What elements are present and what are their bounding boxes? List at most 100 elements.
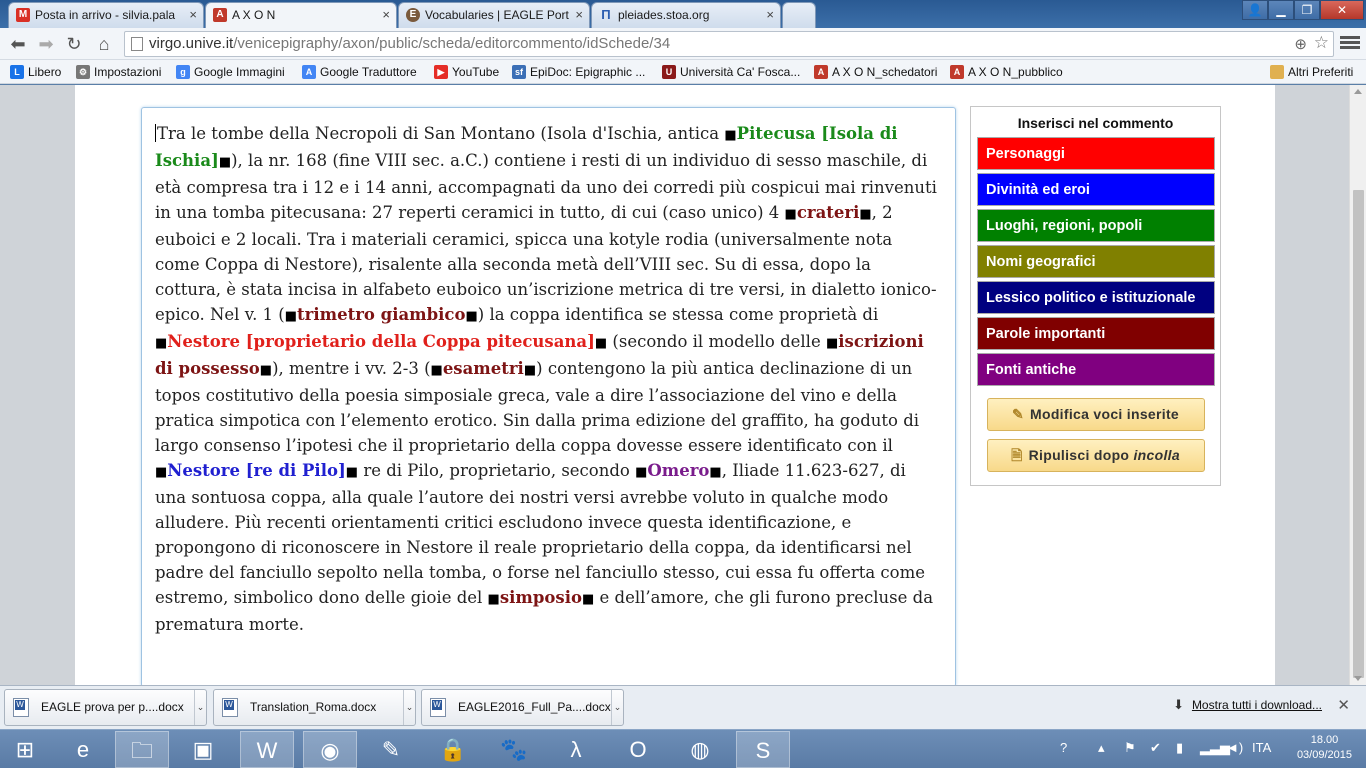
download-arrow-icon: ⬇ (1173, 697, 1184, 712)
gimp-icon[interactable]: 🐾 (487, 731, 541, 768)
volume-icon[interactable]: ◄) (1226, 740, 1243, 755)
zoom-icon[interactable]: ⊕ (1294, 35, 1307, 53)
firefox-icon[interactable]: ◍ (673, 731, 727, 768)
download-menu-chevron-icon[interactable]: ⌄ (194, 690, 206, 725)
download-filename: Translation_Roma.docx (250, 700, 377, 714)
word-icon[interactable]: W (240, 731, 294, 768)
eagle-icon: E (406, 8, 420, 22)
clock[interactable]: 18.00 03/09/2015 (1297, 733, 1352, 763)
ie-icon[interactable]: e (56, 731, 110, 768)
page-content: Tra le tombe della Necropoli di San Mont… (75, 85, 1275, 685)
battery-icon[interactable]: ▮ (1176, 740, 1183, 756)
notes-icon[interactable]: ✎ (364, 731, 418, 768)
chrome-icon[interactable]: ◉ (303, 731, 357, 768)
tab-close-icon[interactable]: × (575, 3, 583, 27)
bookmark-youtube[interactable]: ▶ YouTube (434, 63, 499, 81)
download-item[interactable]: EAGLE2016_Full_Pa....docx⌄ (421, 689, 624, 726)
tab-axon[interactable]: A A X O N × (205, 2, 397, 28)
terminal-icon[interactable]: λ (549, 731, 603, 768)
tab-close-icon[interactable]: × (382, 3, 390, 27)
tag-marker: ■ (709, 465, 722, 480)
url-text[interactable]: virgo.unive.it/venicepigraphy/axon/publi… (149, 32, 670, 56)
page-scrollbar[interactable] (1349, 85, 1366, 685)
back-arrow-icon[interactable]: ⬅ (6, 32, 30, 56)
clean-after-paste-button[interactable]: 🗎 Ripulisci dopo incolla (986, 439, 1205, 472)
download-menu-chevron-icon[interactable]: ⌄ (403, 690, 415, 725)
download-item[interactable]: EAGLE prova per p....docx ⌄ (4, 689, 207, 726)
bookmark-altri-preferiti[interactable]: Altri Preferiti (1270, 63, 1353, 81)
button-label: Modifica voci inserite (1030, 406, 1179, 422)
user-icon[interactable]: 👤 (1242, 0, 1268, 20)
start-icon[interactable]: ⊞ (0, 731, 50, 768)
bookmark-label: Libero (28, 65, 62, 79)
close-window-button[interactable]: ✕ (1320, 0, 1364, 20)
home-icon[interactable]: ⌂ (92, 32, 116, 56)
new-tab-button[interactable] (782, 2, 816, 28)
address-bar[interactable]: virgo.unive.it/venicepigraphy/axon/publi… (124, 31, 1334, 57)
bookmark-google-immagini[interactable]: g Google Immagini (176, 63, 285, 81)
category-luoghi-button[interactable]: Luoghi, regioni, popoli (977, 209, 1215, 242)
forward-arrow-icon[interactable]: ➡ (34, 32, 58, 56)
tab-close-icon[interactable]: × (766, 3, 774, 27)
tag-parola[interactable]: trimetro giambico (297, 305, 465, 324)
download-menu-chevron-icon[interactable]: ⌄ (611, 690, 623, 725)
tag-parola[interactable]: crateri (797, 203, 860, 222)
bookmarks-bar: L Libero ⚙ Impostazioni g Google Immagini A… (0, 60, 1366, 84)
modify-entries-button[interactable]: ✎ Modifica voci inserite (986, 398, 1205, 431)
reload-icon[interactable]: ↻ (62, 32, 86, 56)
category-divinita-button[interactable]: Divinità ed eroi (977, 173, 1215, 206)
scroll-up-icon[interactable] (1354, 89, 1362, 94)
category-nomi-geografici-button[interactable]: Nomi geografici (977, 245, 1215, 278)
folder-icon (1270, 65, 1284, 79)
tag-fonte[interactable]: Omero (647, 461, 709, 480)
bookmark-libero[interactable]: L Libero (10, 63, 61, 81)
remote-icon[interactable]: ▣ (176, 731, 230, 768)
minimize-button[interactable]: ▁ (1268, 0, 1294, 20)
lock-icon[interactable]: 🔒 (426, 731, 480, 768)
tray-expand-icon[interactable]: ▴ (1098, 740, 1105, 756)
tab-title: Vocabularies | EAGLE Port (425, 8, 569, 22)
explorer-icon[interactable]: 🗀 (115, 731, 169, 768)
comment-editor[interactable]: Tra le tombe della Necropoli di San Mont… (141, 107, 956, 685)
language-indicator[interactable]: ITA (1252, 740, 1271, 755)
security-icon[interactable]: ✔ (1150, 740, 1161, 756)
bookmark-google-traduttore[interactable]: A Google Traduttore (302, 63, 417, 81)
tag-marker: ■ (155, 465, 168, 480)
category-lessico-button[interactable]: Lessico politico e istituzionale (977, 281, 1215, 314)
tab-gmail[interactable]: M Posta in arrivo - silvia.pala × (8, 2, 204, 28)
bookmark-axon-pubblico[interactable]: A A X O N_pubblico (950, 63, 1063, 81)
scroll-thumb[interactable] (1353, 190, 1364, 678)
close-downloads-icon[interactable]: ✕ (1337, 696, 1350, 714)
opera-icon[interactable]: O (611, 731, 665, 768)
skype-icon[interactable]: S (736, 731, 790, 768)
browser-titlebar: M Posta in arrivo - silvia.pala × A A X … (0, 0, 1366, 28)
action-center-icon[interactable]: ⚑ (1124, 740, 1136, 756)
tab-eagle[interactable]: E Vocabularies | EAGLE Port × (398, 2, 590, 28)
show-all-downloads-link[interactable]: Mostra tutti i download... (1192, 698, 1322, 712)
windows-taskbar: ⊞ e 🗀 ▣ W ◉ ✎ 🔒 🐾 λ O ◍ S ? ▴ ⚑ ✔ ▮ ▂▃▅ … (0, 729, 1366, 768)
tag-eroe[interactable]: Nestore [re di Pilo] (167, 461, 345, 480)
tag-marker: ■ (581, 592, 595, 607)
bookmark-axon-schedatori[interactable]: A A X O N_schedatori (814, 63, 937, 81)
scroll-down-icon[interactable] (1354, 676, 1362, 681)
bookmark-impostazioni[interactable]: ⚙ Impostazioni (76, 63, 161, 81)
chrome-menu-icon[interactable] (1340, 34, 1360, 54)
tab-close-icon[interactable]: × (189, 3, 197, 27)
tag-parola[interactable]: simposio (500, 588, 582, 607)
clock-time: 18.00 (1310, 734, 1339, 746)
category-parole-button[interactable]: Parole importanti (977, 317, 1215, 350)
tag-parola[interactable]: esametri (443, 359, 524, 378)
restore-button[interactable]: ❐ (1294, 0, 1320, 20)
help-icon[interactable]: ? (1060, 740, 1067, 755)
bookmark-unive[interactable]: U Università Ca' Fosca... (662, 63, 800, 81)
page-viewport: Tra le tombe della Necropoli di San Mont… (0, 85, 1366, 685)
bookmark-epidoc[interactable]: sf EpiDoc: Epigraphic ... (512, 63, 645, 81)
category-fonti-button[interactable]: Fonti antiche (977, 353, 1215, 386)
word-doc-icon (13, 698, 29, 717)
category-personaggi-button[interactable]: Personaggi (977, 137, 1215, 170)
download-item[interactable]: Translation_Roma.docx ⌄ (213, 689, 416, 726)
tag-marker: ■ (218, 155, 232, 170)
tag-personaggio[interactable]: Nestore [proprietario della Coppa pitecu… (167, 332, 595, 351)
tab-pleiades[interactable]: Π pleiades.stoa.org × (591, 2, 781, 28)
bookmark-star-icon[interactable]: ☆ (1314, 33, 1329, 53)
